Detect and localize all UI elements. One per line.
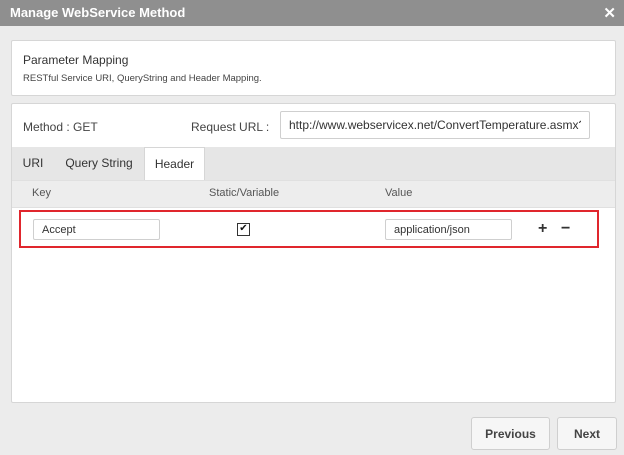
tab-header[interactable]: Header: [144, 147, 205, 180]
key-input[interactable]: [33, 219, 160, 240]
parameter-mapping-panel: Parameter Mapping RESTful Service URI, Q…: [11, 40, 616, 96]
tab-uri[interactable]: URI: [12, 147, 54, 180]
parameter-mapping-heading: Parameter Mapping: [23, 53, 129, 67]
request-url-label: Request URL :: [191, 120, 270, 134]
column-value: Value: [385, 187, 413, 199]
table-header: Key Static/Variable Value: [12, 180, 615, 208]
request-url-input[interactable]: [280, 111, 590, 139]
column-static-variable: Static/Variable: [209, 187, 280, 199]
close-icon[interactable]: ✕: [603, 4, 616, 22]
tab-bar: URI Query String Header: [12, 147, 615, 180]
remove-row-button[interactable]: −: [561, 221, 570, 237]
dialog-title: Manage WebService Method: [10, 5, 186, 20]
previous-button[interactable]: Previous: [471, 417, 550, 450]
column-key: Key: [32, 187, 51, 199]
value-input[interactable]: [385, 219, 512, 240]
parameter-mapping-description: RESTful Service URI, QueryString and Hea…: [23, 73, 262, 84]
table-row: ✔ + −: [19, 210, 599, 248]
static-variable-checkbox[interactable]: ✔: [237, 223, 250, 236]
method-label: Method : GET: [23, 120, 98, 134]
mapping-panel: Method : GET Request URL : URI Query Str…: [11, 103, 616, 403]
next-button[interactable]: Next: [557, 417, 617, 450]
add-row-button[interactable]: +: [538, 221, 547, 237]
tab-query-string[interactable]: Query String: [54, 147, 144, 180]
dialog-titlebar: Manage WebService Method ✕: [0, 0, 624, 26]
